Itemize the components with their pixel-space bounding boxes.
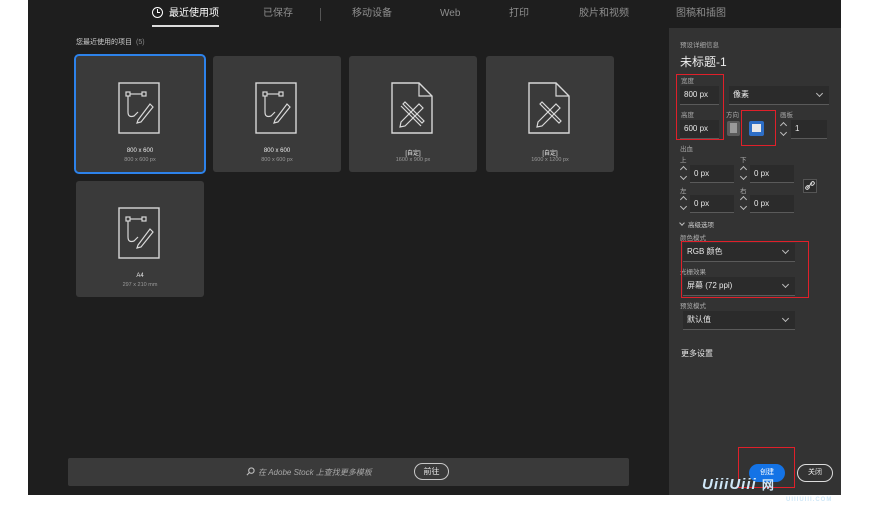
- link-icon[interactable]: [803, 179, 817, 193]
- advanced-options-label: 高级选项: [688, 222, 714, 229]
- preset-card[interactable]: 800 x 600 800 x 600 px: [213, 56, 341, 172]
- tab-label: 打印: [509, 8, 529, 19]
- bleed-top-input[interactable]: 0 px: [690, 165, 734, 183]
- artboard-icon: [255, 82, 297, 134]
- preset-details-title: 预设详细信息: [680, 42, 719, 49]
- card-title: 800 x 600: [126, 148, 154, 154]
- bleed-left-stepper[interactable]: [680, 195, 688, 211]
- annotation-box-color-raster: [681, 241, 809, 298]
- bleed-right-label: 右: [740, 188, 747, 195]
- watermark-logo: UiiiUiii 网: [702, 476, 775, 493]
- card-size: 800 x 600 px: [124, 157, 156, 163]
- bleed-bottom-stepper[interactable]: [740, 165, 748, 181]
- preset-card[interactable]: 800 x 600 800 x 600 px: [74, 54, 206, 174]
- bleed-top-value: 0 px: [694, 169, 710, 178]
- card-title: 800 x 600: [263, 148, 291, 154]
- document-pencil-icon: [528, 82, 570, 134]
- tab-divider: [320, 8, 321, 21]
- orientation-label: 方向: [726, 112, 739, 119]
- more-settings-link[interactable]: 更多设置: [681, 348, 713, 359]
- recent-items-title: 您最近使用的项目: [76, 39, 132, 46]
- artboard-count-input[interactable]: 1: [791, 120, 827, 139]
- stock-search-bar: 前往: [68, 458, 629, 486]
- unit-select[interactable]: 像素: [729, 86, 829, 105]
- card-title: A4: [136, 273, 144, 279]
- chevron-down-icon: [815, 89, 824, 98]
- clock-icon: [152, 7, 163, 18]
- tab-recent[interactable]: 最近使用项: [152, 0, 219, 28]
- tab-saved[interactable]: 已保存: [263, 0, 293, 28]
- artboard-count-value: 1: [795, 124, 800, 133]
- bleed-right-value: 0 px: [754, 199, 770, 208]
- recent-items-count: (5): [136, 39, 145, 46]
- preset-card[interactable]: [自定] 1600 x 900 px: [349, 56, 477, 172]
- bleed-right-input[interactable]: 0 px: [750, 195, 794, 213]
- portrait-orientation-icon[interactable]: [727, 121, 740, 136]
- tab-label: 图稿和插图: [676, 8, 726, 19]
- annotation-box-orientation: [741, 110, 776, 146]
- bleed-left-label: 左: [680, 188, 687, 195]
- bleed-left-input[interactable]: 0 px: [690, 195, 734, 213]
- tab-label: 已保存: [263, 8, 293, 19]
- chevron-down-icon: [679, 220, 685, 226]
- tab-art-illustration[interactable]: 图稿和插图: [676, 0, 726, 28]
- preset-tab-bar: 最近使用项 已保存 移动设备 Web 打印 胶片和视频 图稿和插图: [28, 0, 841, 28]
- tab-label: 胶片和视频: [579, 8, 629, 19]
- recent-items-heading: 您最近使用的项目 (5): [76, 37, 145, 47]
- stock-search-input[interactable]: [258, 464, 408, 480]
- document-pencil-icon: [391, 82, 433, 134]
- watermark-url: UIIIUIII.COM: [786, 497, 833, 503]
- card-size: 1600 x 900 px: [395, 157, 431, 163]
- card-size: 1600 x 1200 px: [531, 157, 569, 163]
- bleed-top-label: 上: [680, 157, 687, 164]
- chevron-down-icon: [781, 314, 790, 323]
- card-size: 297 x 210 mm: [122, 282, 158, 288]
- preview-mode-label: 预览模式: [680, 303, 706, 310]
- tab-print[interactable]: 打印: [509, 0, 529, 28]
- card-title: [自定]: [405, 151, 421, 157]
- new-document-dialog: 最近使用项 已保存 移动设备 Web 打印 胶片和视频 图稿和插图 您最近使用的…: [28, 0, 841, 495]
- tab-film-video[interactable]: 胶片和视频: [579, 0, 629, 28]
- artboard-icon: [118, 207, 160, 259]
- bleed-label: 出血: [680, 146, 693, 153]
- close-button[interactable]: 关闭: [797, 464, 833, 482]
- bleed-left-value: 0 px: [694, 199, 710, 208]
- annotation-box-size: [676, 74, 724, 140]
- tab-label: 最近使用项: [169, 8, 219, 19]
- bleed-bottom-input[interactable]: 0 px: [750, 165, 794, 183]
- watermark-text: UiiiUiii: [702, 476, 757, 493]
- tab-mobile[interactable]: 移动设备: [352, 0, 392, 28]
- page-shape: [730, 123, 737, 133]
- watermark-corner: 网: [761, 478, 775, 492]
- bleed-right-stepper[interactable]: [740, 195, 748, 211]
- artboard-label: 画板: [780, 112, 793, 119]
- bleed-bottom-value: 0 px: [754, 169, 770, 178]
- tab-label: Web: [440, 8, 461, 19]
- go-button[interactable]: 前往: [414, 463, 449, 480]
- preview-mode-select[interactable]: 默认值: [683, 311, 795, 330]
- tab-label: 移动设备: [352, 8, 392, 19]
- card-title: [自定]: [542, 151, 558, 157]
- tab-web[interactable]: Web: [440, 0, 460, 28]
- artboard-stepper[interactable]: [780, 121, 788, 137]
- document-name-field[interactable]: 未标题-1: [680, 53, 727, 70]
- search-icon: [246, 467, 255, 476]
- bleed-top-stepper[interactable]: [680, 165, 688, 181]
- preset-card[interactable]: [自定] 1600 x 1200 px: [486, 56, 614, 172]
- card-size: 800 x 600 px: [261, 157, 293, 163]
- bleed-bottom-label: 下: [740, 157, 747, 164]
- preset-card[interactable]: A4 297 x 210 mm: [76, 181, 204, 297]
- preview-mode-value: 默认值: [687, 315, 711, 324]
- advanced-options-toggle[interactable]: 高级选项: [679, 219, 714, 229]
- artboard-icon: [118, 82, 160, 134]
- unit-value: 像素: [733, 90, 749, 99]
